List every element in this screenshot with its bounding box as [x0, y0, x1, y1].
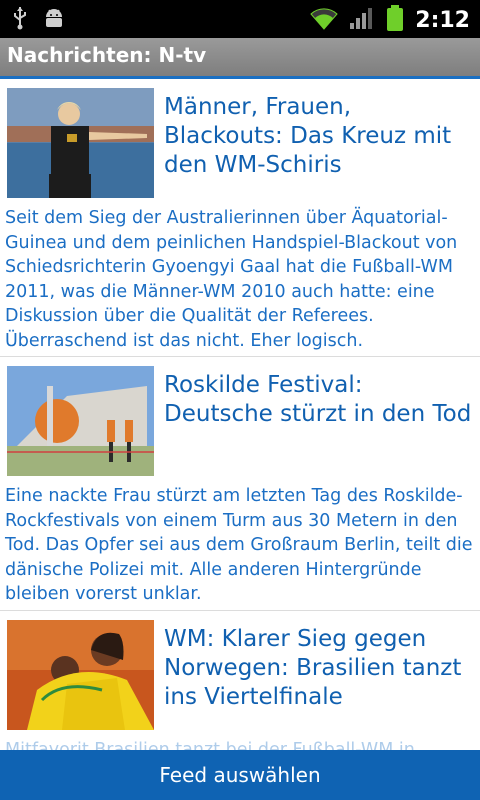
list-item[interactable]: Roskilde Festival: Deutsche stürzt in de…: [0, 357, 480, 611]
usb-icon: [12, 6, 28, 34]
wifi-icon: [309, 5, 339, 35]
list-item[interactable]: WM: Klarer Sieg gegen Norwegen: Brasilie…: [0, 611, 480, 750]
list-item[interactable]: Männer, Frauen, Blackouts: Das Kreuz mit…: [0, 79, 480, 357]
title-bar: Nachrichten: N-tv: [0, 38, 480, 79]
select-feed-button[interactable]: Feed auswählen: [0, 750, 480, 800]
article-thumbnail: [7, 366, 154, 476]
android-debug-icon: [42, 6, 66, 34]
page-title: Nachrichten: N-tv: [7, 43, 207, 67]
bottom-bar: Feed auswählen: [0, 750, 480, 800]
clock: 2:12: [415, 7, 470, 33]
article-headline[interactable]: WM: Klarer Sieg gegen Norwegen: Brasilie…: [164, 625, 472, 712]
article-description: Eine nackte Frau stürzt am letzten Tag d…: [5, 486, 473, 604]
article-headline[interactable]: Männer, Frauen, Blackouts: Das Kreuz mit…: [164, 93, 472, 180]
status-bar: 2:12: [0, 0, 480, 38]
article-thumbnail: [7, 620, 154, 730]
battery-icon: [385, 4, 405, 36]
article-headline[interactable]: Roskilde Festival: Deutsche stürzt in de…: [164, 371, 472, 429]
signal-icon: [349, 5, 375, 35]
news-feed[interactable]: Männer, Frauen, Blackouts: Das Kreuz mit…: [0, 79, 480, 750]
article-description: Seit dem Sieg der Australierinnen über Ä…: [5, 208, 458, 351]
article-description: Mitfavorit Brasilien tanzt bei der Fußba…: [5, 740, 415, 750]
article-thumbnail: [7, 88, 154, 198]
